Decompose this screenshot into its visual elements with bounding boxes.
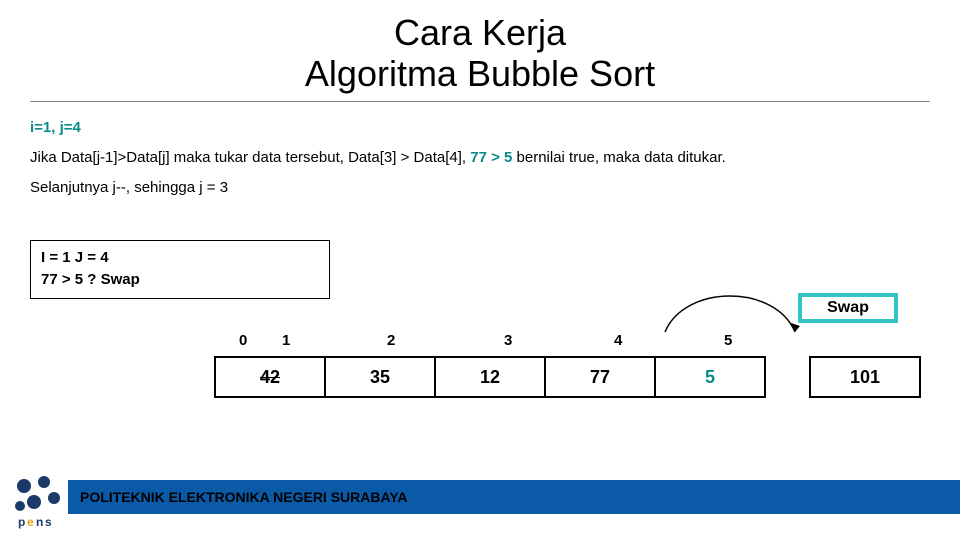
swap-label-box: Swap [798, 293, 898, 323]
array-cell: 5 [654, 356, 766, 398]
index-label: 2 [387, 332, 395, 349]
index-label: 3 [504, 332, 512, 349]
svg-text:n: n [36, 515, 43, 529]
explanation-block: i=1, j=4 Jika Data[j-1]>Data[j] maka tuk… [30, 116, 930, 200]
ij-line1: I = 1 J = 4 [41, 247, 319, 270]
explain-line: Jika Data[j-1]>Data[j] maka tukar data t… [30, 146, 930, 170]
index-row: 0 1 2 3 4 5 [224, 332, 924, 354]
cells-row: 42 35 12 77 5 101 [224, 356, 924, 402]
explain-highlight: 77 > 5 [470, 149, 512, 166]
ij-state-box: I = 1 J = 4 77 > 5 ? Swap [30, 240, 330, 299]
pens-logo-icon: p e n s [10, 472, 68, 530]
title-underline [30, 101, 930, 102]
title-line2: Algoritma Bubble Sort [305, 53, 655, 94]
ij-line2: 77 > 5 ? Swap [41, 269, 319, 292]
index-label: 1 [282, 332, 290, 349]
array-cell: 77 [544, 356, 656, 398]
svg-text:s: s [45, 515, 52, 529]
array-visual: 0 1 2 3 4 5 42 35 12 77 5 101 [224, 332, 924, 402]
footer-text: POLITEKNIK ELEKTRONIKA NEGERI SURABAYA [80, 489, 407, 505]
footer-bar: POLITEKNIK ELEKTRONIKA NEGERI SURABAYA [68, 480, 960, 514]
array-cell: 101 [809, 356, 921, 398]
title-line1: Cara Kerja [394, 12, 566, 53]
svg-text:e: e [27, 515, 34, 529]
svg-text:p: p [18, 515, 25, 529]
explain-prefix: Jika Data[j-1]>Data[j] maka tukar data t… [30, 149, 470, 166]
swap-label: Swap [827, 299, 869, 316]
state-line: i=1, j=4 [30, 116, 930, 140]
explain-suffix: bernilai true, maka data ditukar. [512, 149, 725, 166]
index-label: 4 [614, 332, 622, 349]
index-label: 5 [724, 332, 732, 349]
slide-title: Cara Kerja Algoritma Bubble Sort [0, 0, 960, 95]
swap-arc-icon [655, 280, 805, 336]
array-cell: 42 [214, 356, 326, 398]
next-line: Selanjutnya j--, sehingga j = 3 [30, 176, 930, 200]
array-cell: 35 [324, 356, 436, 398]
index-label: 0 [239, 332, 247, 349]
array-cell: 12 [434, 356, 546, 398]
